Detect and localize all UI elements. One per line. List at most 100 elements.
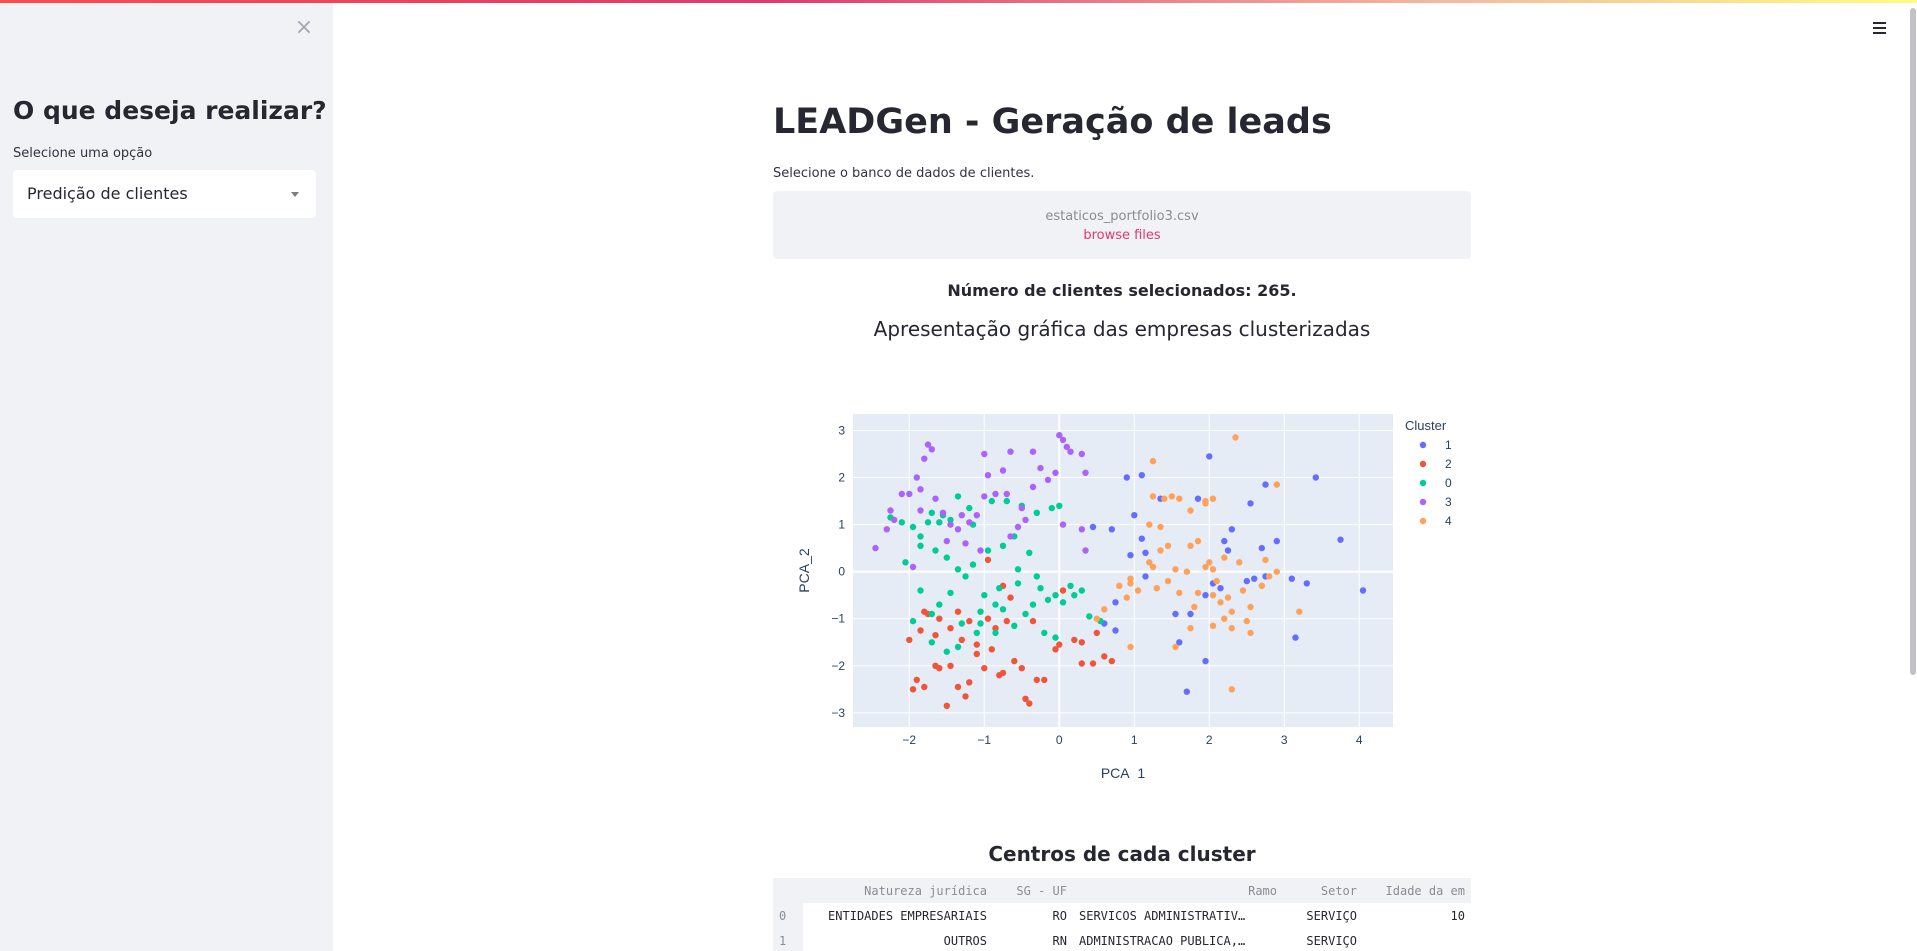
data-point-cluster-2 — [1108, 657, 1115, 665]
data-point-cluster-2 — [1018, 665, 1025, 672]
data-point-cluster-1 — [1142, 549, 1149, 556]
data-point-cluster-1 — [1138, 472, 1145, 479]
legend-title: Cluster — [1405, 418, 1447, 433]
legend-item-label[interactable]: 0 — [1445, 476, 1452, 490]
data-point-cluster-0 — [1078, 587, 1085, 594]
hamburger-menu-icon[interactable] — [1871, 20, 1889, 36]
data-point-cluster-0 — [1052, 592, 1059, 599]
data-point-cluster-3 — [984, 472, 992, 479]
data-point-cluster-2 — [913, 676, 920, 684]
y-tick-label: 2 — [838, 471, 845, 485]
data-point-cluster-1 — [1228, 526, 1235, 533]
data-point-cluster-2 — [947, 625, 954, 632]
data-point-cluster-0 — [954, 566, 962, 573]
option-select[interactable]: Predição de clientes — [13, 170, 316, 218]
data-point-cluster-1 — [1262, 481, 1269, 488]
legend-marker — [1419, 460, 1427, 468]
column-header[interactable]: Ramo — [1073, 878, 1283, 903]
data-point-cluster-4 — [1209, 622, 1217, 629]
data-point-cluster-4 — [1149, 457, 1157, 465]
data-point-cluster-4 — [1116, 582, 1123, 589]
data-point-cluster-2 — [1011, 657, 1018, 665]
data-point-cluster-4 — [1273, 481, 1280, 488]
data-point-cluster-4 — [1243, 617, 1250, 625]
column-header[interactable]: SG - UF — [993, 878, 1073, 903]
legend-item-label[interactable]: 3 — [1445, 495, 1452, 509]
table-cell: RN — [1052, 933, 1067, 948]
data-point-cluster-4 — [1164, 542, 1172, 549]
chart-heading: Apresentação gráfica das empresas cluste… — [873, 317, 1371, 341]
column-header[interactable]: Natureza jurídica — [803, 878, 993, 903]
data-point-cluster-1 — [1194, 495, 1202, 502]
x-tick-label: 3 — [1281, 733, 1288, 747]
data-point-cluster-1 — [1221, 537, 1228, 545]
legend-item-label[interactable]: 4 — [1445, 514, 1452, 528]
data-point-cluster-2 — [1078, 660, 1085, 667]
data-point-cluster-0 — [1033, 573, 1040, 580]
column-header[interactable]: Setor — [1283, 878, 1363, 903]
data-point-cluster-1 — [1337, 536, 1344, 543]
data-point-cluster-0 — [1056, 502, 1063, 509]
data-point-cluster-4 — [1232, 434, 1239, 441]
data-point-cluster-0 — [947, 589, 954, 597]
data-point-cluster-1 — [1247, 500, 1254, 507]
data-point-cluster-1 — [1112, 627, 1119, 634]
x-tick-label: 2 — [1206, 733, 1213, 747]
close-icon[interactable]: × — [292, 16, 316, 40]
data-point-cluster-4 — [1101, 606, 1108, 613]
data-point-cluster-2 — [966, 617, 973, 625]
browse-files-link[interactable]: browse files — [773, 228, 1471, 243]
column-header[interactable]: Idade da em — [1363, 878, 1471, 903]
data-point-cluster-0 — [936, 601, 943, 608]
data-point-cluster-0 — [898, 519, 905, 526]
data-point-cluster-4 — [1209, 566, 1217, 573]
data-point-cluster-3 — [1044, 476, 1052, 484]
data-point-cluster-0 — [1029, 601, 1037, 608]
data-point-cluster-0 — [909, 617, 917, 625]
data-point-cluster-4 — [1157, 523, 1164, 531]
data-point-cluster-2 — [932, 632, 939, 639]
data-point-cluster-3 — [872, 544, 879, 552]
data-point-cluster-4 — [1149, 493, 1157, 500]
data-point-cluster-1 — [1108, 526, 1115, 533]
data-point-cluster-3 — [966, 519, 973, 526]
data-point-cluster-4 — [1273, 568, 1280, 575]
legend-item-label[interactable]: 1 — [1445, 438, 1452, 452]
data-point-cluster-1 — [1202, 657, 1209, 665]
data-point-cluster-4 — [1187, 625, 1194, 632]
data-point-cluster-2 — [1007, 594, 1014, 601]
legend-item-label[interactable]: 2 — [1445, 457, 1452, 471]
data-point-cluster-3 — [917, 486, 924, 493]
data-point-cluster-4 — [1228, 625, 1235, 632]
x-tick-label: −2 — [902, 733, 916, 747]
data-point-cluster-1 — [1292, 634, 1299, 641]
data-point-cluster-4 — [1176, 495, 1183, 502]
legend-marker — [1419, 441, 1427, 449]
data-point-cluster-4 — [1221, 615, 1228, 622]
data-point-cluster-4 — [1206, 559, 1213, 566]
data-point-cluster-4 — [1221, 554, 1228, 561]
data-point-cluster-3 — [943, 537, 950, 545]
file-dropzone[interactable]: estaticos_portfolio3.csv browse files — [773, 191, 1471, 259]
cluster-centers-table[interactable]: Natureza jurídica SG - UF Ramo Setor Ida… — [773, 878, 1471, 951]
data-point-cluster-4 — [1209, 592, 1217, 599]
data-point-cluster-3 — [981, 493, 988, 500]
data-point-cluster-4 — [1239, 587, 1247, 594]
data-point-cluster-4 — [1187, 542, 1194, 549]
x-tick-label: 0 — [1056, 733, 1063, 747]
data-point-cluster-0 — [932, 547, 939, 554]
data-point-cluster-2 — [1029, 617, 1037, 625]
scrollbar-thumb[interactable] — [1910, 8, 1916, 675]
data-point-cluster-2 — [1003, 617, 1010, 625]
data-point-cluster-3 — [1067, 448, 1074, 455]
data-point-cluster-0 — [996, 585, 1003, 592]
data-point-cluster-2 — [1041, 676, 1048, 684]
data-point-cluster-2 — [1093, 629, 1100, 637]
row-index: 1 — [773, 928, 803, 951]
data-point-cluster-0 — [992, 629, 999, 637]
data-point-cluster-1 — [1187, 610, 1194, 618]
data-point-cluster-0 — [1067, 582, 1074, 589]
data-point-cluster-3 — [883, 526, 890, 533]
top-decoration-stripe — [0, 0, 1917, 3]
data-point-cluster-0 — [1048, 504, 1055, 512]
